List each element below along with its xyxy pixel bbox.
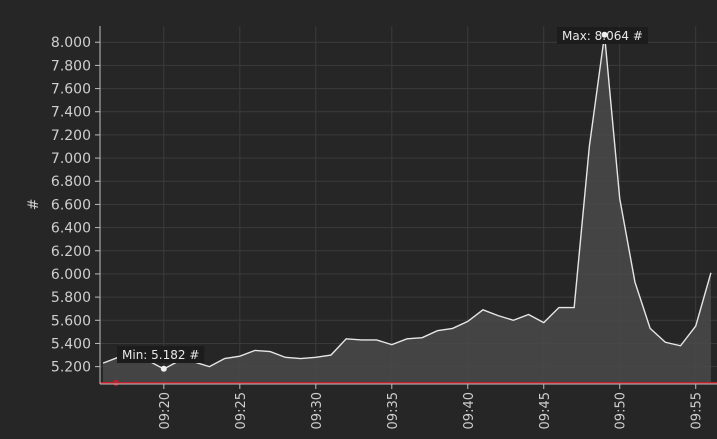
x-tick-label: 09:30: [310, 392, 325, 429]
y-tick-label: 7.400: [51, 105, 91, 121]
y-tick-label: 6.600: [51, 197, 91, 213]
y-tick-label: 7.200: [51, 128, 91, 144]
y-tick-label: 8.000: [51, 35, 91, 51]
y-tick-label: 6.800: [51, 174, 91, 190]
y-tick-label: 6.400: [51, 221, 91, 237]
x-tick-label: 09:40: [462, 392, 477, 429]
x-tick-label: 09:45: [538, 392, 553, 429]
y-tick-label: 5.400: [51, 336, 91, 352]
max-annotation: Max: 8.064 #: [557, 27, 648, 44]
y-tick-label: 5.200: [51, 360, 91, 376]
x-ticks: 09:20 09:25 09:30 09:35 09:40 09:45 09:50 09:55: [158, 384, 705, 429]
chart-svg: 5.200 5.400 5.600 5.800 6.000 6.200 6.400 6.600…: [26, 26, 717, 429]
x-tick-label: 09:55: [690, 392, 705, 429]
y-ticks: 5.200 5.400 5.600 5.800 6.000 6.200 6.400 6.600…: [51, 35, 100, 376]
y-tick-label: 7.600: [51, 82, 91, 98]
y-tick-label: 5.600: [51, 313, 91, 329]
threshold-marker: [113, 379, 119, 386]
y-tick-label: 6.000: [51, 267, 91, 283]
x-tick-label: 09:20: [158, 392, 173, 429]
min-annotation-label: Min: 5.182 #: [122, 348, 199, 362]
y-tick-label: 5.800: [51, 290, 91, 306]
y-tick-label: 6.200: [51, 244, 91, 260]
x-tick-label: 09:25: [234, 392, 249, 429]
y-tick-label: 7.800: [51, 58, 91, 74]
min-marker: [160, 365, 167, 372]
x-tick-label: 09:50: [614, 392, 629, 429]
max-marker: [601, 31, 608, 38]
x-tick-label: 09:35: [386, 392, 401, 429]
y-tick-label: 7.000: [51, 151, 91, 167]
y-axis-label: #: [26, 199, 42, 211]
